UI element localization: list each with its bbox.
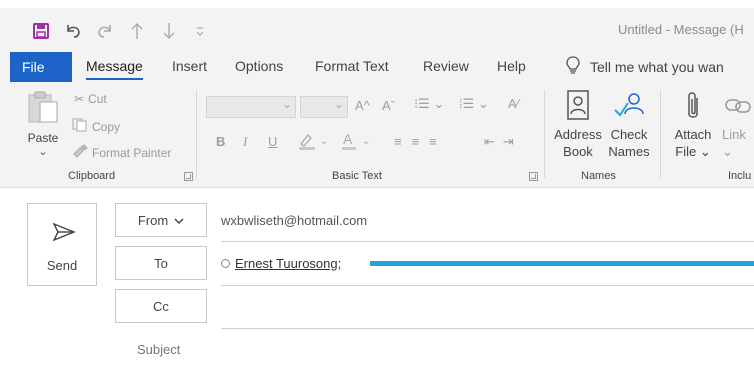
basic-text-group-label: Basic Text xyxy=(332,170,382,182)
menu-bar: File Message Insert Options Format Text … xyxy=(0,48,754,84)
attach-file-button[interactable]: Attach File ⌄ xyxy=(669,90,717,160)
recipient-name: Ernest Tuurosong; xyxy=(235,256,342,271)
to-recipient[interactable]: Ernest Tuurosong; xyxy=(221,256,341,271)
align-icons[interactable]: ≡≡≡ xyxy=(394,134,447,149)
tell-me-search[interactable]: Tell me what you wan xyxy=(566,56,724,77)
copy-button[interactable]: Copy xyxy=(72,118,120,135)
svg-text:⌄: ⌄ xyxy=(362,136,370,147)
window-title: Untitled - Message (H xyxy=(618,22,744,37)
chevron-down-icon: ⌄ xyxy=(38,146,48,158)
italic-button[interactable]: I xyxy=(243,134,247,150)
numbering-icon[interactable]: ⁞☰ ⌄ xyxy=(459,96,489,112)
clipboard-icon xyxy=(22,90,64,127)
check-names-button[interactable]: Check Names xyxy=(605,90,653,160)
tab-help[interactable]: Help xyxy=(497,58,526,74)
cut-label: Cut xyxy=(88,92,107,106)
divider xyxy=(544,90,545,178)
cc-button[interactable]: Cc xyxy=(115,289,207,323)
clear-formatting-icon[interactable]: A⁄ xyxy=(508,96,519,111)
tab-message[interactable]: Message xyxy=(86,58,143,80)
send-icon xyxy=(52,222,76,245)
paintbrush-icon xyxy=(72,144,88,161)
paste-button[interactable]: Paste ⌄ xyxy=(22,90,64,160)
clipboard-group-label: Clipboard xyxy=(68,170,116,182)
divider xyxy=(660,90,661,178)
subject-label: Subject xyxy=(137,342,181,357)
tab-review[interactable]: Review xyxy=(423,58,469,74)
highlight-icon[interactable]: ⌄ xyxy=(298,132,328,153)
font-color-icon[interactable]: A ⌄ xyxy=(342,131,372,153)
undo-icon[interactable] xyxy=(62,20,84,42)
chevron-down-icon xyxy=(174,213,184,228)
arrow-up-icon[interactable] xyxy=(128,20,146,42)
arrow-down-icon[interactable] xyxy=(160,20,178,42)
check-names-icon xyxy=(605,90,653,126)
format-painter-button[interactable]: Format Painter xyxy=(72,144,171,161)
bullets-icon[interactable]: ⁝☰ ⌄ xyxy=(414,96,444,112)
tell-me-text: Tell me what you wan xyxy=(590,58,724,75)
divider xyxy=(196,90,197,178)
attach-label-1: Attach xyxy=(674,127,712,142)
cc-underline xyxy=(221,328,754,329)
cc-label: Cc xyxy=(153,298,169,314)
to-field-highlight xyxy=(370,261,754,266)
tab-format-text[interactable]: Format Text xyxy=(315,58,389,74)
link-icon xyxy=(722,90,754,126)
shrink-font-icon[interactable]: Aˇ xyxy=(382,98,395,113)
address-book-label-1: Address xyxy=(554,127,602,142)
title-bar: Untitled - Message (H xyxy=(0,0,754,48)
include-group-label: Inclu xyxy=(728,170,752,182)
file-tab[interactable]: File xyxy=(10,52,72,82)
link-label: Link xyxy=(722,127,746,142)
copy-icon xyxy=(72,118,88,135)
send-label: Send xyxy=(46,258,78,273)
svg-text:A: A xyxy=(343,132,353,147)
from-underline xyxy=(221,241,754,242)
to-button[interactable]: To xyxy=(115,246,207,280)
font-name-dropdown[interactable] xyxy=(206,96,296,118)
chevron-down-icon: ⌄ xyxy=(722,144,733,159)
underline-button[interactable]: U xyxy=(268,134,277,149)
lightbulb-icon xyxy=(566,56,580,77)
scissors-icon: ✂ xyxy=(74,92,85,106)
format-painter-label: Format Painter xyxy=(92,145,172,160)
paste-label: Paste xyxy=(27,131,59,145)
attach-label-2: File ⌄ xyxy=(675,144,711,159)
tab-insert[interactable]: Insert xyxy=(172,58,207,74)
from-label: From xyxy=(137,212,169,228)
tab-options[interactable]: Options xyxy=(235,58,283,74)
ribbon: Paste ⌄ ✂ Cut Copy Format Painter Clipbo… xyxy=(0,84,754,188)
to-underline xyxy=(221,285,754,286)
clipboard-launcher-icon[interactable] xyxy=(184,172,193,181)
presence-icon xyxy=(221,259,230,268)
save-icon[interactable] xyxy=(30,20,52,42)
address-book-label-2: Book xyxy=(563,144,593,159)
cut-button[interactable]: ✂ Cut xyxy=(74,92,107,106)
from-value: wxbwliseth@hotmail.com xyxy=(221,213,368,228)
address-book-button[interactable]: Address Book xyxy=(552,90,604,160)
svg-text:⌄: ⌄ xyxy=(320,136,328,147)
from-button[interactable]: From xyxy=(115,203,207,237)
basic-text-launcher-icon[interactable] xyxy=(529,172,538,181)
to-label: To xyxy=(154,255,168,271)
grow-font-icon[interactable]: A^ xyxy=(355,98,370,113)
customize-icon[interactable] xyxy=(193,20,207,42)
check-names-label-2: Names xyxy=(608,144,650,159)
send-button[interactable]: Send xyxy=(27,203,97,286)
redo-icon[interactable] xyxy=(94,20,116,42)
address-book-icon xyxy=(552,90,604,126)
copy-label: Copy xyxy=(92,119,121,134)
paperclip-icon xyxy=(669,90,717,126)
names-group-label: Names xyxy=(581,170,616,182)
top-strip xyxy=(0,0,754,8)
link-button[interactable]: Link ⌄ xyxy=(722,90,754,160)
indent-icons[interactable]: ⇤⇥ xyxy=(484,134,522,150)
check-names-label-1: Check xyxy=(610,127,648,142)
font-size-dropdown[interactable] xyxy=(300,96,348,118)
bold-button[interactable]: B xyxy=(216,134,225,149)
